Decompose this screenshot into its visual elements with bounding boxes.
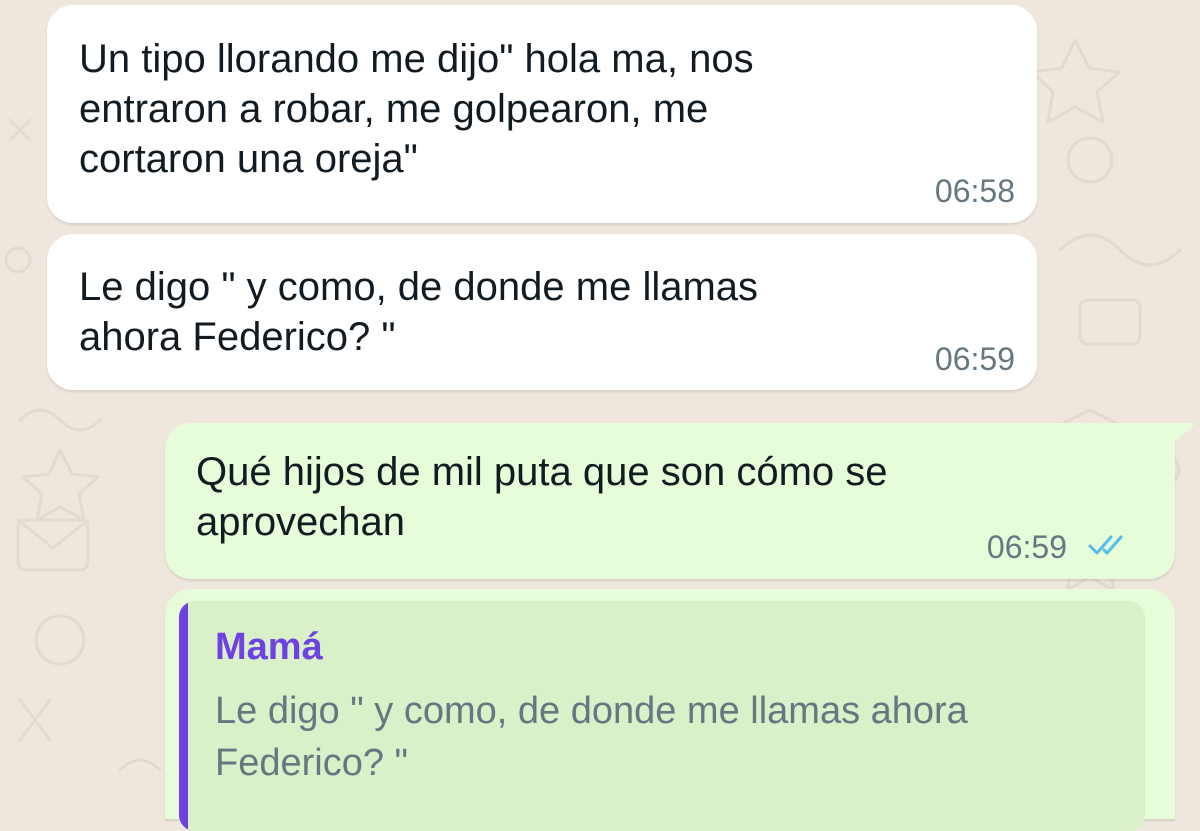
double-check-read-icon [1087, 533, 1133, 557]
message-incoming[interactable]: Un tipo llorando me dijo" hola ma, nos e… [47, 5, 1037, 223]
message-timestamp: 06:59 [986, 529, 1067, 565]
quoted-message[interactable]: Mamá Le digo " y como, de donde me llama… [179, 601, 1145, 831]
message-timestamp: 06:59 [934, 341, 1015, 377]
quoted-text: Le digo " y como, de donde me llamas aho… [215, 690, 968, 784]
message-outgoing[interactable]: Qué hijos de mil puta que son cómo se ap… [165, 423, 1194, 579]
message-text: Le digo " y como, de donde me llamas aho… [79, 265, 759, 359]
quoted-author: Mamá [215, 626, 323, 668]
bubble-tail [1171, 423, 1195, 445]
reply-message-outgoing[interactable]: Mamá Le digo " y como, de donde me llama… [165, 589, 1175, 831]
message-timestamp: 06:58 [934, 173, 1015, 209]
message-text: Un tipo llorando me dijo" hola ma, nos e… [79, 37, 754, 181]
message-text: Qué hijos de mil puta que son cómo se ap… [196, 450, 888, 544]
quote-accent-bar [179, 601, 188, 831]
message-incoming[interactable]: Le digo " y como, de donde me llamas aho… [47, 234, 1037, 390]
